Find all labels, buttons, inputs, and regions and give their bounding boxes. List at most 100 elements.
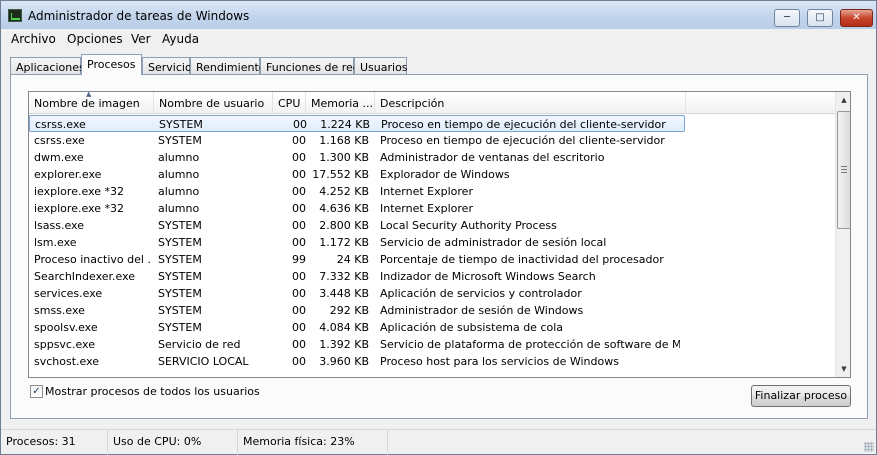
process-memory: 1.392 KB <box>319 338 369 351</box>
table-row[interactable]: csrss.exe SYSTEM 00 1.224 KB Proceso en tiem… <box>29 115 685 132</box>
table-row[interactable]: iexplore.exe *32 alumno 00 4.636 KB Internet… <box>29 200 835 217</box>
process-memory: 292 KB <box>329 304 369 317</box>
process-cpu: 00 <box>292 219 306 232</box>
scrollbar-thumb[interactable] <box>837 111 850 229</box>
process-memory: 4.636 KB <box>319 202 369 215</box>
process-cpu: 99 <box>292 253 306 266</box>
process-cpu: 00 <box>293 118 307 131</box>
process-user: SYSTEM <box>159 118 203 131</box>
column-header-cpu[interactable]: CPU <box>273 92 306 114</box>
table-row[interactable]: services.exe SYSTEM 00 3.448 KB Aplicación d… <box>29 285 835 302</box>
process-description: Porcentaje de tiempo de inactividad del … <box>380 253 664 266</box>
table-row[interactable]: lsm.exe SYSTEM 00 1.172 KB Servicio de admin… <box>29 234 835 251</box>
process-user: SYSTEM <box>158 287 202 300</box>
process-description: Internet Explorer <box>380 185 473 198</box>
process-user: SYSTEM <box>158 321 202 334</box>
vertical-scrollbar[interactable]: ▲ ▼ <box>835 92 850 377</box>
process-name: sppsvc.exe <box>34 338 95 351</box>
process-description: Internet Explorer <box>380 202 473 215</box>
process-cpu: 00 <box>292 304 306 317</box>
status-cpu: Uso de CPU: 0% <box>108 430 238 455</box>
scroll-up-icon[interactable]: ▲ <box>836 92 850 108</box>
table-row[interactable]: sppsvc.exe Servicio de red 00 1.392 KB Servi… <box>29 336 835 353</box>
process-cpu: 00 <box>292 321 306 334</box>
title-bar[interactable]: Administrador de tareas de Windows ─ □ ✕ <box>1 1 876 29</box>
column-header-user-label: Nombre de usuario <box>159 97 265 110</box>
process-description: Servicio de plataforma de protección de … <box>380 338 680 351</box>
table-row[interactable]: iexplore.exe *32 alumno 00 4.252 KB Internet… <box>29 183 835 200</box>
process-description: Administrador de ventanas del escritorio <box>380 151 605 164</box>
table-row[interactable]: spoolsv.exe SYSTEM 00 4.084 KB Aplicación de… <box>29 319 835 336</box>
resize-grip-icon[interactable] <box>864 442 874 452</box>
scroll-down-icon[interactable]: ▼ <box>836 361 850 377</box>
process-user: SYSTEM <box>158 134 202 147</box>
menu-ayuda[interactable]: Ayuda <box>162 32 199 46</box>
process-name: spoolsv.exe <box>34 321 98 334</box>
process-description: Servicio de administrador de sesión loca… <box>380 236 607 249</box>
process-list[interactable]: ▲ Nombre de imagen Nombre de usuario CPU… <box>28 91 851 378</box>
menu-ver[interactable]: Ver <box>131 32 151 46</box>
process-name: dwm.exe <box>34 151 84 164</box>
table-row[interactable]: Proceso inactivo del ... SYSTEM 99 24 KB Por… <box>29 251 835 268</box>
process-description: Local Security Authority Process <box>380 219 557 232</box>
process-memory: 17.552 KB <box>312 168 369 181</box>
process-name: svchost.exe <box>34 355 100 368</box>
process-description: Proceso en tiempo de ejecución del clien… <box>381 118 666 131</box>
process-memory: 7.332 KB <box>319 270 369 283</box>
process-name: explorer.exe <box>34 168 102 181</box>
window-title: Administrador de tareas de Windows <box>28 9 250 23</box>
process-cpu: 00 <box>292 202 306 215</box>
menu-opciones[interactable]: Opciones <box>67 32 123 46</box>
process-memory: 2.800 KB <box>319 219 369 232</box>
process-user: alumno <box>158 202 200 215</box>
column-header-description[interactable]: Descripción <box>375 92 686 114</box>
maximize-button[interactable]: □ <box>807 9 833 27</box>
process-user: SYSTEM <box>158 253 202 266</box>
tab-procesos[interactable]: Procesos <box>81 54 142 75</box>
table-row[interactable]: dwm.exe alumno 00 1.300 KB Administrador de … <box>29 149 835 166</box>
table-row[interactable]: svchost.exe SERVICIO LOCAL 00 3.960 KB Proce… <box>29 353 835 370</box>
process-description: Indizador de Microsoft Windows Search <box>380 270 596 283</box>
minimize-button[interactable]: ─ <box>774 9 800 27</box>
process-cpu: 00 <box>292 338 306 351</box>
end-process-button[interactable]: Finalizar proceso <box>751 385 851 407</box>
process-cpu: 00 <box>292 270 306 283</box>
show-all-users-checkbox[interactable]: ✓ <box>30 385 43 398</box>
task-manager-window: Administrador de tareas de Windows ─ □ ✕… <box>0 0 877 455</box>
table-row[interactable]: SearchIndexer.exe SYSTEM 00 7.332 KB Indizad… <box>29 268 835 285</box>
process-name: lsass.exe <box>34 219 84 232</box>
process-user: SYSTEM <box>158 304 202 317</box>
process-description: Explorador de Windows <box>380 168 510 181</box>
process-memory: 24 KB <box>336 253 369 266</box>
process-name: csrss.exe <box>34 134 85 147</box>
process-user: SERVICIO LOCAL <box>158 355 249 368</box>
process-cpu: 00 <box>292 287 306 300</box>
show-all-users-label[interactable]: Mostrar procesos de todos los usuarios <box>45 385 260 398</box>
column-header-name[interactable]: ▲ Nombre de imagen <box>29 92 154 114</box>
table-row[interactable]: explorer.exe alumno 00 17.552 KB Explorador … <box>29 166 835 183</box>
process-name: Proceso inactivo del ... <box>34 253 152 266</box>
list-header: ▲ Nombre de imagen Nombre de usuario CPU… <box>29 92 835 114</box>
process-name: services.exe <box>34 287 103 300</box>
process-memory: 1.224 KB <box>320 118 370 131</box>
process-memory: 1.172 KB <box>319 236 369 249</box>
sort-ascending-icon: ▲ <box>86 92 92 98</box>
process-cpu: 00 <box>292 168 306 181</box>
column-header-description-label: Descripción <box>380 97 445 110</box>
process-memory: 4.084 KB <box>319 321 369 334</box>
column-header-cpu-label: CPU <box>278 97 301 110</box>
process-memory: 1.168 KB <box>319 134 369 147</box>
process-description: Aplicación de servicios y controlador <box>380 287 582 300</box>
process-user: SYSTEM <box>158 236 202 249</box>
menu-archivo[interactable]: Archivo <box>11 32 56 46</box>
table-row[interactable]: lsass.exe SYSTEM 00 2.800 KB Local Security … <box>29 217 835 234</box>
column-header-user[interactable]: Nombre de usuario <box>154 92 273 114</box>
table-row[interactable]: csrss.exe SYSTEM 00 1.168 KB Proceso en tiem… <box>29 132 835 149</box>
process-cpu: 00 <box>292 236 306 249</box>
table-row[interactable]: smss.exe SYSTEM 00 292 KB Administrador de s… <box>29 302 835 319</box>
status-processes: Procesos: 31 <box>1 430 108 455</box>
process-name: smss.exe <box>34 304 85 317</box>
close-button[interactable]: ✕ <box>840 9 873 27</box>
process-description: Proceso en tiempo de ejecución del clien… <box>380 134 665 147</box>
column-header-memory[interactable]: Memoria ... <box>306 92 375 114</box>
